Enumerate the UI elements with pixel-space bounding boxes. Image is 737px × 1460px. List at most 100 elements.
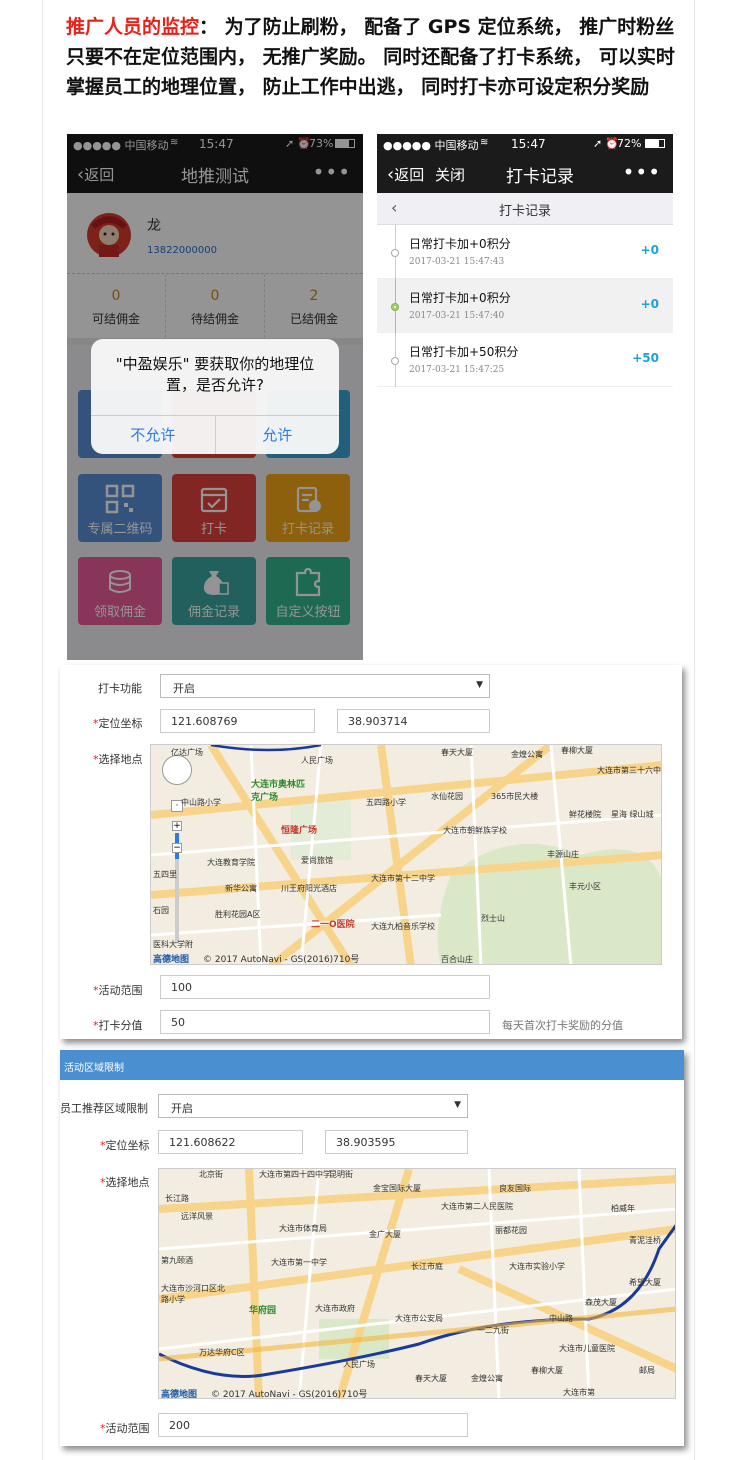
map-label: 金煌公寓 [471, 1374, 503, 1383]
points-label: *打卡分值 [93, 1019, 143, 1032]
longitude-value: 121.608622 [169, 1136, 236, 1149]
status-bar: ●●●●● 中国移动 ≋ 15:47 ➚ ⏰ 72% [377, 134, 673, 154]
range-input[interactable]: 100 [160, 975, 490, 999]
map-canvas [151, 745, 661, 964]
points-value: 50 [171, 1016, 185, 1029]
map-label: 五四里 [153, 870, 177, 879]
allow-button[interactable]: 允许 [216, 416, 340, 454]
clock: 15:47 [511, 137, 546, 151]
location-label: *选择地点 [100, 1176, 150, 1189]
map-label: 水仙花园 [431, 792, 463, 801]
map-label: 北京街 [199, 1170, 223, 1179]
map-label: 大连教育学院 [207, 858, 255, 867]
map-label: 大连市公安局 [395, 1314, 443, 1323]
record-date: 2017-03-21 15:47:25 [409, 365, 505, 375]
range-label-text: 活动范围 [105, 1422, 150, 1435]
range-value: 100 [171, 981, 192, 994]
map-label: 人民广场 [343, 1360, 375, 1369]
record-points: +0 [640, 243, 659, 257]
map-label: 亿达广场 [171, 748, 203, 757]
map-label: 恒隆广场 [281, 826, 318, 836]
map-label: 丽都花园 [495, 1226, 527, 1235]
map-label: 青泥洼桥 [629, 1236, 661, 1245]
location-icon: ➚ [593, 137, 603, 150]
battery-percent: 72% [617, 137, 642, 150]
map-label: 川王府阳光酒店 [281, 884, 337, 893]
map-label: 华府园 [249, 1306, 277, 1316]
map-label: 一二九街 [477, 1326, 509, 1335]
latitude-input[interactable]: 38.903595 [325, 1130, 468, 1154]
longitude-value: 121.608769 [171, 715, 238, 728]
list-item[interactable]: 日常打卡加+0积分 2017-03-21 15:47:43 +0 [377, 225, 673, 279]
map-label: 大连市第十二中学 [371, 874, 435, 883]
pan-control-icon[interactable] [162, 755, 192, 785]
map-label: 昆明街 [329, 1170, 353, 1179]
location-label-text: 选择地点 [98, 753, 143, 766]
points-hint: 每天首次打卡奖励的分值 [502, 1019, 623, 1032]
map-label: 大连市奥林匹克广场 [251, 780, 306, 803]
map-label: 长江路 [165, 1194, 189, 1203]
map-label: 森茂大厦 [585, 1298, 617, 1307]
location-permission-dialog: "中盈娱乐" 要获取你的地理位置，是否允许? 不允许 允许 [91, 339, 339, 454]
map-label: 大连市实验小学 [509, 1262, 565, 1271]
page-subheader: ‹ 打卡记录 [377, 193, 673, 225]
map-label: 人民广场 [301, 756, 333, 765]
map-label: 鲜花楼院 [569, 810, 601, 819]
map-label: 新华公寓 [225, 884, 257, 893]
map-picker-2[interactable]: 北京街 大连市第四十四中学 昆明街 良友国际 长江路 金宝国际大厦 大连市第二人… [158, 1168, 676, 1399]
coord-label-text: 定位坐标 [98, 717, 143, 730]
map-label: 邮局 [639, 1366, 655, 1375]
location-label: *选择地点 [93, 753, 143, 766]
map-label: 丰元小区 [569, 882, 601, 891]
battery-icon [645, 139, 665, 148]
restrict-select[interactable]: 开启 ▼ [158, 1094, 468, 1118]
intro-highlight: 推广人员的监控 [66, 16, 200, 38]
panel-header: 活动区域限制 [60, 1050, 684, 1080]
map-label: 良友国际 [499, 1184, 531, 1193]
map-copyright: © 2017 AutoNavi - GS(2016)710号 [203, 955, 360, 965]
dialog-buttons: 不允许 允许 [91, 415, 339, 454]
range-label: *活动范围 [93, 984, 143, 997]
subheader-title: 打卡记录 [498, 204, 551, 219]
location-label-text: 选择地点 [105, 1176, 150, 1189]
wifi-icon: ≋ [480, 137, 489, 148]
map-label: 大连市沙河口区北路小学 [161, 1284, 225, 1304]
carrier: ●●●●● 中国移动 [383, 139, 479, 152]
map-label: 丰源山庄 [547, 850, 579, 859]
deny-button[interactable]: 不允许 [91, 416, 216, 454]
record-points: +0 [640, 297, 659, 311]
zoom-out-icon[interactable]: − [172, 843, 182, 853]
map-label: 石园 [153, 906, 169, 915]
map-label: 希望大厦 [629, 1278, 661, 1287]
latitude-value: 38.903595 [336, 1136, 396, 1149]
map-label: 春柳大厦 [531, 1366, 563, 1375]
map-label: 大连市第一中学 [271, 1258, 327, 1267]
zoom-in-icon[interactable]: + [172, 821, 182, 831]
checkin-select-value: 开启 [173, 682, 195, 695]
longitude-input[interactable]: 121.608622 [158, 1130, 303, 1154]
panel-title: 活动区域限制 [64, 1063, 124, 1074]
region-restriction-panel: 活动区域限制 员工推荐区域限制 开启 ▼ *定位坐标 121.608622 38… [60, 1050, 684, 1446]
latitude-input[interactable]: 38.903714 [337, 709, 490, 733]
nav-bar: ‹返回 关闭 打卡记录 ••• [377, 154, 673, 193]
map-copyright: © 2017 AutoNavi - GS(2016)710号 [211, 1390, 368, 1399]
coord-label: *定位坐标 [93, 717, 143, 730]
list-item[interactable]: 日常打卡加+50积分 2017-03-21 15:47:25 +50 [377, 333, 673, 387]
caret-down-icon: ▼ [476, 680, 483, 690]
map-label: 大连市政府 [315, 1304, 355, 1313]
points-input[interactable]: 50 [160, 1010, 490, 1034]
map-label: 大连市第三十六中学 [597, 766, 662, 775]
map-label: 金广大厦 [369, 1230, 401, 1239]
map-picker-1[interactable]: · + − 亿达广场 人民广场 春天大厦 金煌公寓 春柳大厦 大连市第三十六中学… [150, 744, 662, 965]
map-label: 爱尚旅馆 [301, 856, 333, 865]
map-label: 二一O医院 [311, 920, 355, 930]
list-item[interactable]: 日常打卡加+0积分 2017-03-21 15:47:40 +0 [377, 279, 673, 333]
longitude-input[interactable]: 121.608769 [160, 709, 315, 733]
checkin-select[interactable]: 开启 ▼ [160, 674, 490, 698]
restrict-label: 员工推荐区域限制 [60, 1102, 148, 1115]
map-label: 胜利花园A区 [215, 910, 261, 919]
map-label: 春天大厦 [441, 748, 473, 757]
range-input[interactable]: 200 [158, 1413, 468, 1437]
more-button[interactable]: ••• [623, 160, 661, 184]
map-label: 大连市第 [563, 1388, 595, 1397]
